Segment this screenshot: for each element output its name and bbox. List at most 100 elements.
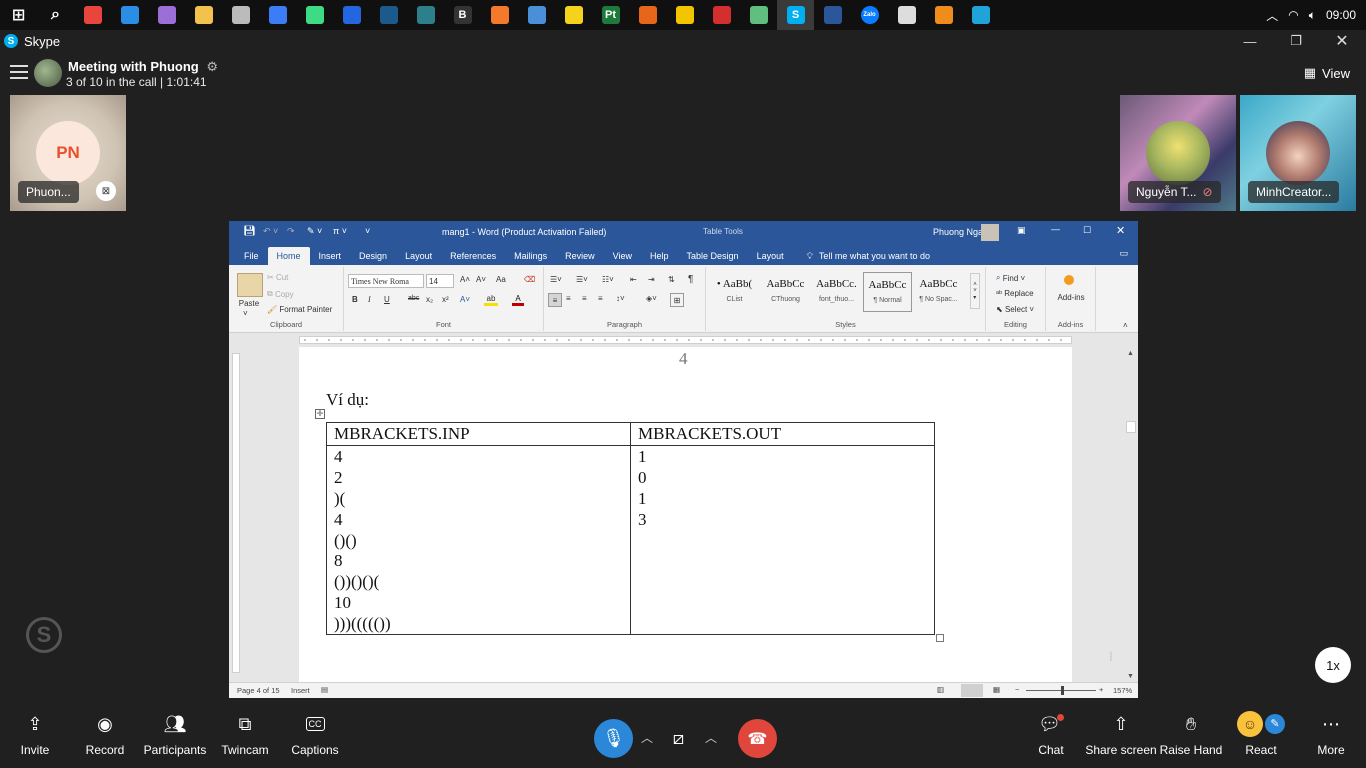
zoom-level[interactable]: 157%	[1113, 686, 1132, 695]
read-mode-icon[interactable]: ▥	[937, 685, 944, 694]
table-cell-out[interactable]: 1013	[630, 444, 935, 636]
shrink-font-button[interactable]: A˅	[476, 275, 486, 284]
style-4[interactable]: AaBbCc ¶ No Spac...	[914, 272, 963, 312]
font-name-select[interactable]: Times New Roma	[348, 274, 424, 288]
collapse-ribbon-icon[interactable]: ˄	[1123, 321, 1128, 330]
settings-gear-icon[interactable]: ⚙	[206, 59, 218, 74]
app-square-taskbar-button[interactable]	[333, 0, 370, 30]
pi-equation-icon[interactable]: π ˅	[333, 226, 347, 236]
align-left-icon[interactable]: ≡	[548, 293, 562, 307]
android-taskbar-button[interactable]	[296, 0, 333, 30]
format-painter-button[interactable]: 🖌︎ Format Painter	[267, 305, 332, 314]
strikethrough-button[interactable]: abc	[408, 295, 419, 302]
volume-icon[interactable]: 🔈︎	[1309, 8, 1316, 23]
multilevel-list-icon[interactable]: ☷˅	[602, 275, 614, 284]
sublime-taskbar-button[interactable]	[925, 0, 962, 30]
table-cell-inp[interactable]: 4 2)(4()() 8())()()(10)))((((())	[326, 444, 631, 636]
subscript-button[interactable]: x₂	[426, 295, 433, 304]
align-center-icon[interactable]: ≡	[566, 294, 571, 303]
paste-button[interactable]: Paste	[233, 299, 265, 308]
meeting-title[interactable]: Meeting with Phuong ⚙	[68, 59, 218, 75]
font-color-button[interactable]: A	[512, 294, 524, 306]
copy-button[interactable]: ⧉ Copy	[267, 289, 294, 299]
tell-me-box[interactable]: 💡︎ Tell me what you want to do	[807, 247, 930, 265]
italic-button[interactable]: I	[368, 295, 371, 304]
format-icon[interactable]: ✎ ˅	[307, 226, 322, 237]
horizontal-ruler[interactable]	[229, 333, 1138, 347]
justify-icon[interactable]: ≡	[598, 294, 603, 303]
sort-icon[interactable]: ⇅	[668, 275, 675, 284]
bold-button[interactable]: B	[352, 295, 358, 304]
paste-icon[interactable]	[237, 273, 263, 297]
participants-button[interactable]: 👥︎ Participants	[140, 705, 210, 768]
word-taskbar-taskbar-button[interactable]	[814, 0, 851, 30]
shared-word-window[interactable]: 💾︎ ↶ ˅ ↷ ✎ ˅ π ˅ ˅ mang1 - Word (Product…	[229, 221, 1138, 698]
mic-options-chevron-icon[interactable]: ︿	[641, 729, 653, 746]
app-cyan-taskbar-button[interactable]	[962, 0, 999, 30]
b-app-taskbar-button[interactable]: B	[444, 0, 481, 30]
tab-table-design[interactable]: Table Design	[678, 247, 748, 265]
skype-taskbar-taskbar-button[interactable]: S	[777, 0, 814, 30]
superscript-button[interactable]: x²	[442, 295, 449, 304]
record-button[interactable]: ◉ Record	[70, 705, 140, 768]
redo-icon[interactable]: ↷	[287, 226, 295, 237]
clear-format-icon[interactable]: ⌫	[524, 275, 535, 284]
tab-layout[interactable]: Layout	[396, 247, 441, 265]
style-3[interactable]: AaBbCc ¶ Normal	[863, 272, 912, 312]
zalo-taskbar-button[interactable]: Zalo	[851, 0, 888, 30]
camera-off-button[interactable]: ⧄	[659, 719, 698, 758]
tab-view[interactable]: View	[604, 247, 641, 265]
store-taskbar-button[interactable]	[148, 0, 185, 30]
cut-button[interactable]: ✂ Cut	[267, 273, 288, 282]
tab-file[interactable]: File	[235, 247, 268, 265]
microphone-button[interactable]: 🎙︎	[594, 719, 633, 758]
folder-taskbar-button[interactable]	[185, 0, 222, 30]
decrease-indent-icon[interactable]: ⇤	[630, 275, 637, 284]
find-button[interactable]: ⌕ Find ˅	[996, 273, 1025, 283]
steam-taskbar-button[interactable]	[370, 0, 407, 30]
check-app-taskbar-button[interactable]	[222, 0, 259, 30]
align-right-icon[interactable]: ≡	[582, 294, 587, 303]
bullets-icon[interactable]: ☰˅	[550, 275, 562, 284]
scroll-thumb[interactable]	[1126, 421, 1136, 433]
captions-button[interactable]: CC Captions	[280, 705, 350, 768]
scroll-down-icon[interactable]: ▼	[1127, 673, 1134, 680]
clock[interactable]: 09:00	[1326, 8, 1356, 22]
tab-layout-table[interactable]: Layout	[748, 247, 793, 265]
more-button[interactable]: ⋯ More	[1296, 705, 1366, 768]
diamond-app-taskbar-button[interactable]	[740, 0, 777, 30]
save-icon[interactable]: 💾︎	[243, 226, 256, 237]
chrome-taskbar-button[interactable]	[74, 0, 111, 30]
macro-record-icon[interactable]: ▤	[321, 685, 328, 694]
participant-tile-minh[interactable]: MinhCreator...	[1240, 95, 1356, 211]
line-spacing-icon[interactable]: ↕˅	[616, 294, 625, 303]
word-minimize-button[interactable]: —	[1051, 224, 1060, 234]
table-header-out[interactable]: MBRACKETS.OUT	[630, 422, 935, 446]
word-close-button[interactable]: ✕	[1116, 224, 1125, 237]
tab-home[interactable]: Home	[267, 247, 310, 265]
styles-scroll-icon[interactable]: ˄ ˅ ▾	[970, 273, 980, 309]
scroll-up-icon[interactable]: ▲	[1127, 350, 1134, 357]
table-resize-handle-icon[interactable]	[936, 634, 944, 642]
vscode-taskbar-button[interactable]	[111, 0, 148, 30]
shading-icon[interactable]: ◈˅	[646, 294, 657, 303]
user-avatar[interactable]	[981, 224, 999, 241]
tab-review[interactable]: Review	[556, 247, 604, 265]
grow-font-button[interactable]: A˄	[460, 275, 470, 284]
style-2[interactable]: AaBbCc. font_thuo...	[812, 272, 861, 312]
comments-icon[interactable]: ▭	[1119, 248, 1128, 259]
increase-indent-icon[interactable]: ⇥	[648, 275, 655, 284]
change-case-button[interactable]: Aa	[496, 275, 506, 284]
app-dark-taskbar-button[interactable]	[407, 0, 444, 30]
ribbon-display-icon[interactable]: ▣	[1017, 225, 1026, 236]
raise-hand-button[interactable]: ✋︎ Raise Hand	[1156, 705, 1226, 768]
borders-icon[interactable]: ⊞	[670, 293, 684, 307]
invite-button[interactable]: ⇪ Invite	[0, 705, 70, 768]
web-layout-icon[interactable]: ▦	[993, 685, 1000, 694]
zoom-out-icon[interactable]: −	[1015, 685, 1019, 694]
replace-button[interactable]: ᵃᵇ Replace	[996, 289, 1034, 298]
wifi-icon[interactable]: ◠	[1288, 8, 1298, 22]
style-0[interactable]: • AaBb(CList	[710, 272, 759, 312]
hamburger-menu-icon[interactable]	[10, 65, 28, 79]
hang-up-button[interactable]: ☎︎	[738, 719, 777, 758]
